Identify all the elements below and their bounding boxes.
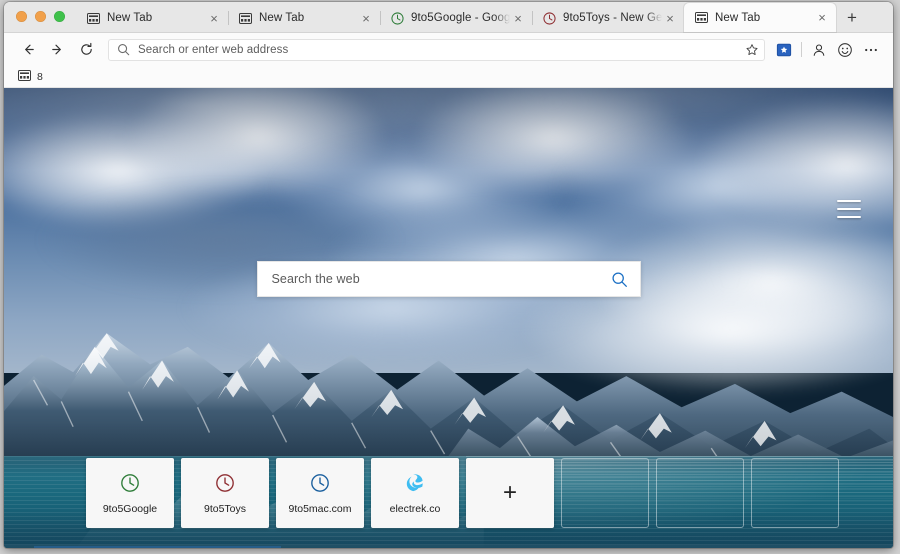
clock-icon: [542, 11, 556, 25]
plus-icon: +: [503, 481, 517, 505]
minimize-window-button[interactable]: [35, 11, 46, 22]
address-bar[interactable]: Search or enter web address: [108, 39, 765, 61]
clock-icon: [390, 11, 404, 25]
background-mountains: [4, 304, 893, 470]
search-icon[interactable]: [611, 271, 628, 288]
tab-9to5google[interactable]: 9to5Google - Google news ×: [380, 4, 532, 32]
empty-tile-slot[interactable]: [656, 458, 744, 528]
tab-new-tab-2[interactable]: New Tab ×: [228, 4, 380, 32]
hamburger-line: [837, 208, 861, 210]
tab-divider: [380, 11, 381, 25]
tab-title: New Tab: [259, 12, 358, 24]
tile-label: 9to5Toys: [204, 503, 246, 515]
tab-close-button[interactable]: ×: [358, 10, 374, 26]
clock-icon: [214, 472, 236, 494]
tile-label: 9to5Google: [103, 503, 157, 515]
tab-strip: New Tab × New Tab × 9to5Google - Google …: [4, 2, 893, 33]
tab-title: New Tab: [107, 12, 206, 24]
empty-tile-slot[interactable]: [751, 458, 839, 528]
hamburger-line: [837, 216, 861, 218]
clock-icon: [309, 472, 331, 494]
tab-title: 9to5Google - Google news: [411, 12, 510, 24]
tab-divider: [228, 11, 229, 25]
feedback-smiley-icon[interactable]: [832, 37, 858, 63]
newtab-grid-icon: [86, 11, 100, 25]
tab-new-tab-active[interactable]: New Tab ×: [684, 3, 836, 32]
back-button[interactable]: [14, 35, 43, 64]
tab-title: 9to5Toys - New Gear, reviews: [563, 12, 662, 24]
tab-new-tab-1[interactable]: New Tab ×: [76, 4, 228, 32]
shortcut-tiles: 9to5Google 9to5Toys 9to5mac.com: [86, 458, 839, 528]
clock-icon: [119, 472, 141, 494]
forward-button[interactable]: [43, 35, 72, 64]
tab-close-button[interactable]: ×: [510, 10, 526, 26]
newtab-grid-icon: [238, 11, 252, 25]
desktop-background: New Tab × New Tab × 9to5Google - Google …: [0, 0, 900, 554]
empty-tile-slot[interactable]: [561, 458, 649, 528]
tile-9to5mac[interactable]: 9to5mac.com: [276, 458, 364, 528]
add-shortcut-tile[interactable]: +: [466, 458, 554, 528]
search-icon: [117, 43, 130, 56]
tab-9to5toys[interactable]: 9to5Toys - New Gear, reviews ×: [532, 4, 684, 32]
window-controls: [4, 2, 76, 32]
tile-electrek[interactable]: electrek.co: [371, 458, 459, 528]
bookmark-item[interactable]: 8: [14, 69, 47, 85]
close-window-button[interactable]: [16, 11, 27, 22]
tab-close-button[interactable]: ×: [814, 10, 830, 26]
tab-list: New Tab × New Tab × 9to5Google - Google …: [76, 2, 893, 32]
profile-icon[interactable]: [806, 37, 832, 63]
tile-9to5toys[interactable]: 9to5Toys: [181, 458, 269, 528]
hamburger-line: [837, 200, 861, 202]
new-tab-button[interactable]: +: [838, 3, 866, 31]
tab-close-button[interactable]: ×: [206, 10, 222, 26]
newtab-grid-icon: [694, 11, 708, 25]
tile-9to5google[interactable]: 9to5Google: [86, 458, 174, 528]
page-settings-menu-icon[interactable]: [837, 200, 861, 218]
bookmark-label: 8: [37, 71, 43, 83]
tab-title: New Tab: [715, 12, 814, 24]
bookmarks-bar: 8: [4, 66, 893, 88]
browser-window: New Tab × New Tab × 9to5Google - Google …: [4, 2, 893, 548]
browser-toolbar: Search or enter web address: [4, 33, 893, 66]
search-input[interactable]: Search the web: [272, 272, 611, 286]
settings-more-icon[interactable]: [858, 37, 884, 63]
web-search-box[interactable]: Search the web: [257, 261, 641, 297]
maximize-window-button[interactable]: [54, 11, 65, 22]
edge-logo-icon: [404, 472, 426, 494]
newtab-grid-icon: [18, 70, 31, 84]
tab-divider: [532, 11, 533, 25]
tab-close-button[interactable]: ×: [662, 10, 678, 26]
mountain-ridge-far: [4, 304, 893, 470]
new-tab-page: Search the web 9to5Google 9to5Toys: [4, 88, 893, 548]
tile-label: 9to5mac.com: [288, 503, 351, 515]
refresh-button[interactable]: [72, 35, 101, 64]
collections-icon[interactable]: [771, 37, 797, 63]
address-bar-input[interactable]: Search or enter web address: [138, 44, 745, 56]
window-bottom-edge: [4, 545, 893, 548]
favorite-star-icon[interactable]: [745, 43, 759, 57]
tile-label: electrek.co: [390, 503, 441, 515]
toolbar-divider: [801, 42, 802, 57]
